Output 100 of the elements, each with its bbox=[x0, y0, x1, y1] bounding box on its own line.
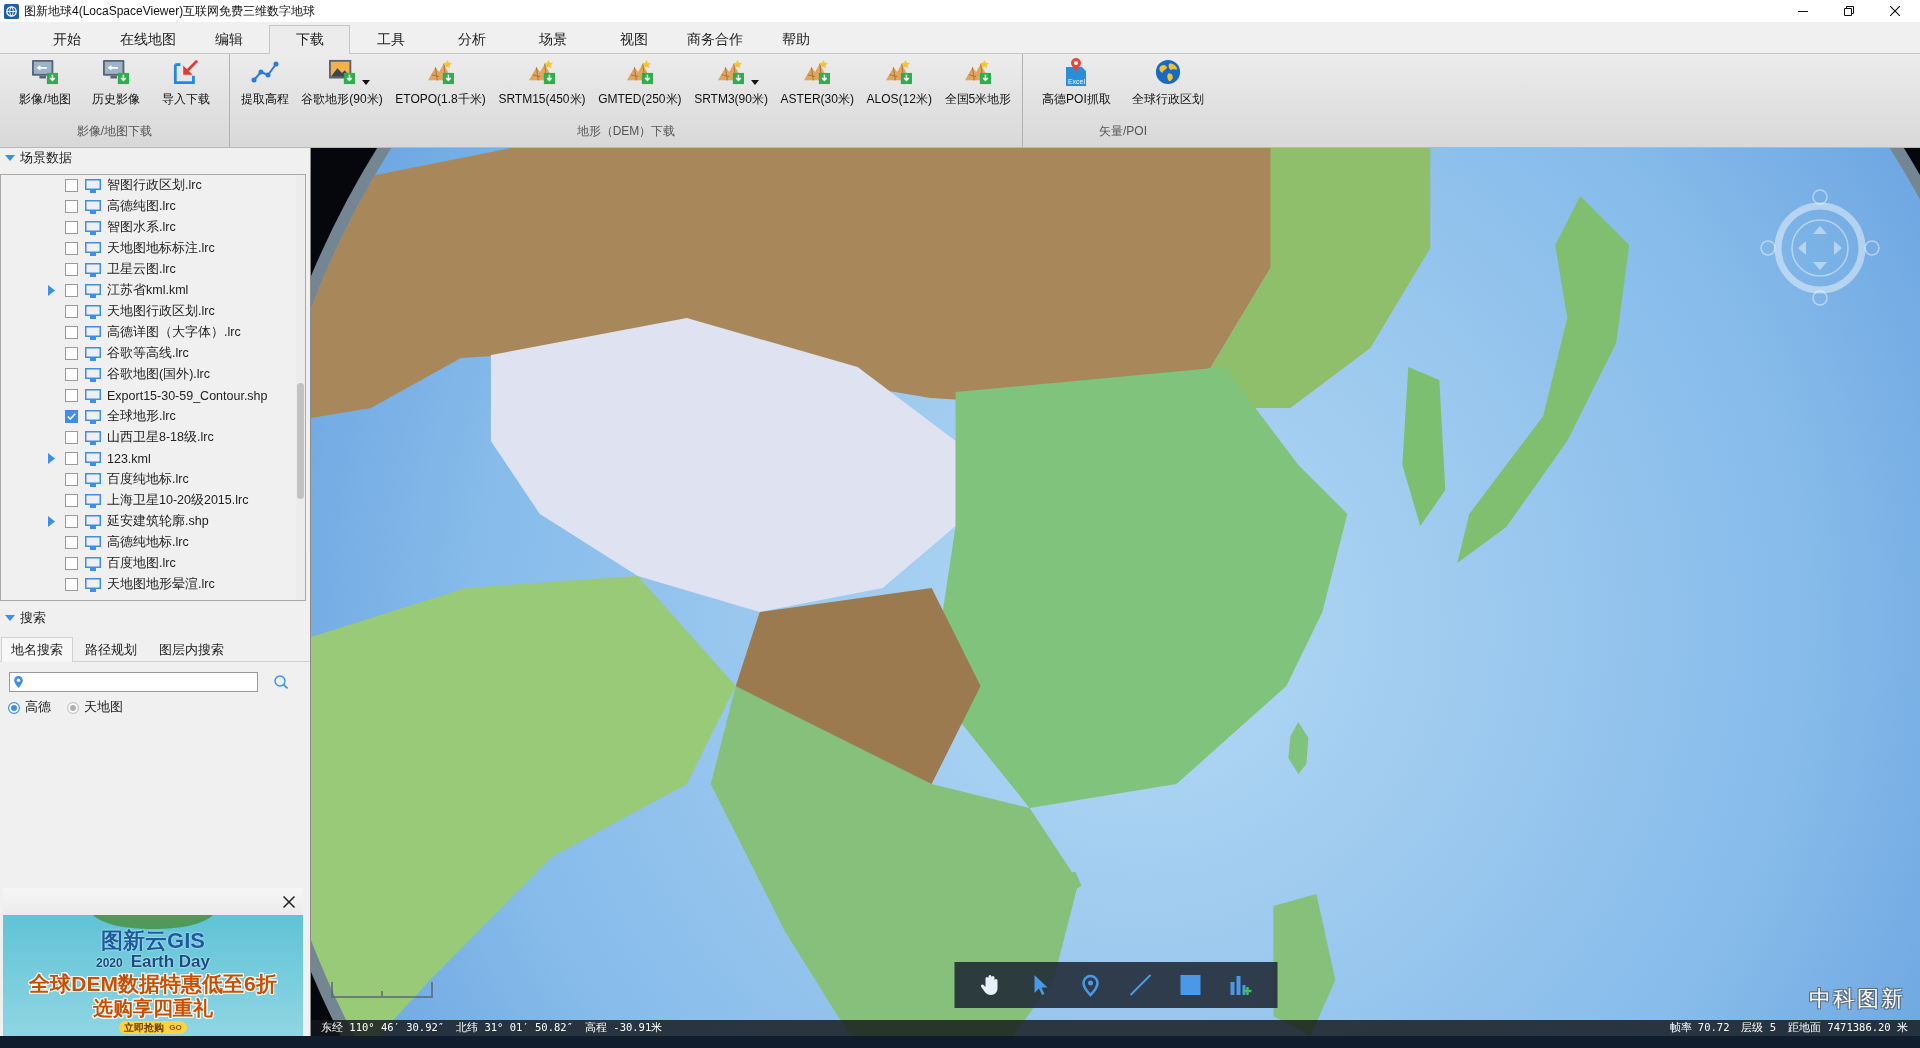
location-pin-icon bbox=[14, 676, 23, 688]
layer-name[interactable]: 百度地图.lrc bbox=[107, 555, 176, 572]
checkbox[interactable] bbox=[65, 368, 78, 381]
layer-name[interactable]: 123.kml bbox=[107, 451, 151, 466]
checkbox[interactable] bbox=[65, 431, 78, 444]
close-icon bbox=[1890, 6, 1900, 16]
checkbox[interactable] bbox=[65, 452, 78, 465]
layer-name[interactable]: 延安建筑轮廓.shp bbox=[107, 513, 209, 530]
ribbon-button[interactable]: 历史影像 bbox=[90, 55, 143, 109]
expand-arrow-icon[interactable] bbox=[48, 285, 55, 296]
ribbon-button[interactable]: 全球行政区划 bbox=[1129, 55, 1206, 109]
checkbox[interactable] bbox=[65, 473, 78, 486]
menu-tab[interactable]: 视图 bbox=[593, 25, 674, 54]
menu-tab[interactable]: 分析 bbox=[431, 25, 512, 54]
monitor-icon bbox=[85, 262, 101, 277]
status-item: 层级 5 bbox=[1741, 1021, 1777, 1035]
checkbox[interactable] bbox=[65, 263, 78, 276]
checkbox[interactable] bbox=[65, 305, 78, 318]
layer-name[interactable]: 上海卫星10-20级2015.lrc bbox=[107, 492, 249, 509]
ribbon-button[interactable]: SRTM3(90米) bbox=[692, 55, 770, 109]
checkbox[interactable] bbox=[65, 200, 78, 213]
layer-name[interactable]: 天地图地标标注.lrc bbox=[107, 240, 215, 257]
menu-tab[interactable]: 商务合作 bbox=[674, 25, 755, 54]
expand-arrow-icon[interactable] bbox=[48, 516, 55, 527]
ribbon-button[interactable]: 影像/地图 bbox=[17, 55, 73, 109]
checkbox[interactable] bbox=[65, 221, 78, 234]
layer-name[interactable]: 天地图地形晕渲.lrc bbox=[107, 576, 215, 593]
search-tab[interactable]: 图层内搜索 bbox=[149, 637, 234, 662]
collapse-arrow-icon[interactable] bbox=[5, 153, 15, 163]
search-tab[interactable]: 路径规划 bbox=[75, 637, 147, 662]
checkbox[interactable] bbox=[65, 347, 78, 360]
layer-name[interactable]: 智图行政区划.lrc bbox=[107, 177, 202, 194]
search-icon[interactable] bbox=[274, 675, 288, 689]
ribbon-button[interactable]: 导入下载 bbox=[159, 55, 212, 109]
layer-name[interactable]: 高德纯地标.lrc bbox=[107, 534, 189, 551]
checkbox[interactable] bbox=[65, 284, 78, 297]
bar-chart-plus-icon bbox=[1228, 973, 1253, 997]
menu-tab[interactable]: 下载 bbox=[269, 25, 350, 54]
layer-name[interactable]: 卫星云图.lrc bbox=[107, 261, 176, 278]
layer-name[interactable]: 全球地形.lrc bbox=[107, 408, 176, 425]
layer-name[interactable]: 谷歌地图(国外).lrc bbox=[107, 366, 210, 383]
monitor-download-icon bbox=[31, 59, 60, 85]
ribbon-button[interactable]: SRTM15(450米) bbox=[496, 55, 588, 109]
checkbox[interactable] bbox=[65, 494, 78, 507]
search-field[interactable] bbox=[9, 672, 258, 692]
navigation-compass-icon[interactable] bbox=[1760, 188, 1880, 306]
checkbox[interactable] bbox=[65, 242, 78, 255]
ribbon-button[interactable]: 全国5米地形 bbox=[942, 55, 1014, 109]
monitor-icon bbox=[85, 241, 101, 256]
monitor-icon bbox=[85, 346, 101, 361]
monitor-icon bbox=[85, 220, 101, 235]
checkbox[interactable] bbox=[65, 515, 78, 528]
menu-tab[interactable]: 编辑 bbox=[188, 25, 269, 54]
monitor-icon bbox=[85, 556, 101, 571]
menu-tab[interactable]: 开始 bbox=[26, 25, 107, 54]
layer-name[interactable]: 谷歌等高线.lrc bbox=[107, 345, 189, 362]
checkbox[interactable] bbox=[65, 326, 78, 339]
search-tab[interactable]: 地名搜索 bbox=[1, 637, 73, 662]
status-item: 北纬 31° 01′ 50.82″ bbox=[456, 1021, 573, 1035]
layer-name[interactable]: 山西卫星8-18级.lrc bbox=[107, 429, 214, 446]
checkbox[interactable] bbox=[65, 536, 78, 549]
checkbox[interactable] bbox=[65, 389, 78, 402]
layer-name[interactable]: 高德详图（大字体）.lrc bbox=[107, 324, 241, 341]
menu-tab[interactable]: 工具 bbox=[350, 25, 431, 54]
close-icon bbox=[283, 895, 295, 908]
layer-name[interactable]: 高德纯图.lrc bbox=[107, 198, 176, 215]
checkbox[interactable] bbox=[65, 410, 78, 423]
checkbox[interactable] bbox=[65, 179, 78, 192]
ribbon-button[interactable]: 谷歌地形(90米) bbox=[299, 55, 385, 109]
ribbon-button[interactable]: ETOPO(1.8千米) bbox=[393, 55, 488, 109]
checkbox[interactable] bbox=[65, 557, 78, 570]
picture-download-icon bbox=[327, 59, 356, 85]
layer-name[interactable]: Export15-30-59_Contour.shp bbox=[107, 388, 268, 403]
ribbon-button[interactable]: 提取高程 bbox=[238, 55, 291, 109]
map-logo: 中科图新 bbox=[1809, 987, 1905, 1011]
banner-event: Earth Day bbox=[130, 953, 211, 970]
group-label: 矢量/POI bbox=[1099, 123, 1147, 140]
line-chart-icon bbox=[250, 59, 279, 85]
scrollbar[interactable] bbox=[296, 175, 305, 600]
checkbox[interactable] bbox=[65, 578, 78, 591]
layer-name[interactable]: 百度纯地标.lrc bbox=[107, 471, 189, 488]
provider-radio[interactable]: 高德 bbox=[8, 699, 51, 716]
monitor-icon bbox=[85, 325, 101, 340]
layer-name[interactable]: 智图水系.lrc bbox=[107, 219, 176, 236]
ad-banner[interactable]: 图新云GIS 2020 Earth Day 全球DEM数据特惠低至6折 选购享四重礼 立即抢购 GO bbox=[3, 915, 303, 1036]
menu-tab[interactable]: 在线地图 bbox=[107, 25, 188, 54]
layer-name[interactable]: 江苏省kml.kml bbox=[107, 282, 189, 299]
mountain-download-icon bbox=[963, 59, 992, 85]
ribbon-button[interactable]: ALOS(12米) bbox=[864, 55, 934, 109]
ribbon-button[interactable]: ASTER(30米) bbox=[778, 55, 856, 109]
expand-arrow-icon[interactable] bbox=[48, 453, 55, 464]
close-button[interactable] bbox=[281, 893, 297, 910]
scrollbar-thumb[interactable] bbox=[297, 383, 304, 499]
menu-tab[interactable]: 帮助 bbox=[755, 25, 836, 54]
menu-tab[interactable]: 场景 bbox=[512, 25, 593, 54]
layer-name[interactable]: 天地图行政区划.lrc bbox=[107, 303, 215, 320]
collapse-arrow-icon[interactable] bbox=[5, 613, 15, 623]
provider-radio[interactable]: 天地图 bbox=[67, 699, 123, 716]
buy-now-button[interactable]: 立即抢购 GO bbox=[119, 1021, 187, 1034]
ribbon-button[interactable]: GMTED(250米) bbox=[596, 55, 684, 109]
